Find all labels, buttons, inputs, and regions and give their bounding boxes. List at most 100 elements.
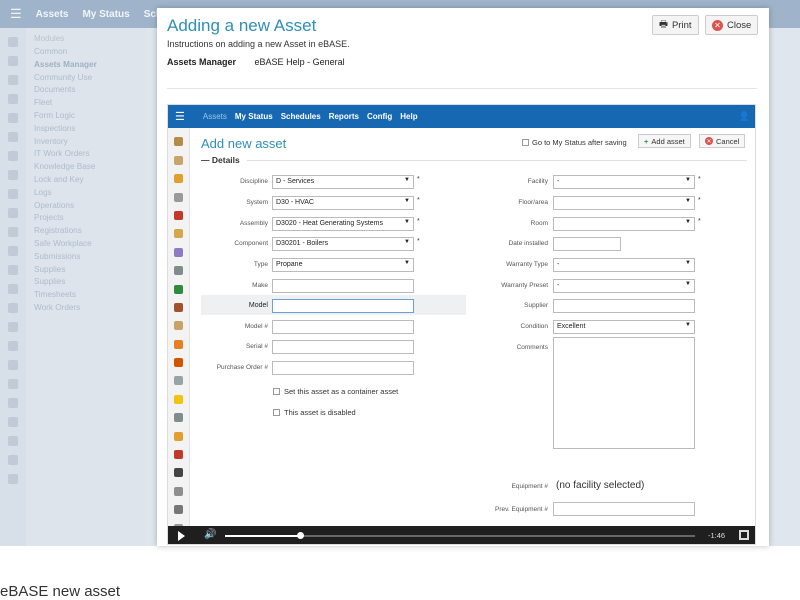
module-icon[interactable] — [8, 170, 18, 180]
module-icon[interactable] — [174, 486, 183, 496]
module-icon[interactable] — [8, 265, 18, 275]
bg-menu-item[interactable]: Inspections — [34, 123, 146, 136]
field-input[interactable] — [272, 340, 414, 354]
module-icon[interactable] — [174, 339, 183, 349]
close-button[interactable]: ✕ Close — [705, 15, 759, 35]
module-icon[interactable] — [174, 413, 183, 423]
bg-menu-item[interactable]: IT Work Orders — [34, 148, 146, 161]
container-asset-option[interactable]: Set this asset as a container asset — [273, 387, 398, 396]
module-icon[interactable] — [8, 37, 18, 47]
bg-menu-item[interactable]: Submissions — [34, 251, 146, 264]
field-select[interactable]: - ▼ — [553, 258, 695, 272]
hamburger-icon[interactable]: ☰ — [10, 6, 22, 22]
bg-menu-item[interactable]: Projects — [34, 212, 146, 225]
video-nav-reports[interactable]: Reports — [329, 112, 359, 121]
comments-textarea[interactable] — [553, 337, 695, 449]
module-icon[interactable] — [174, 394, 183, 404]
video-nav-help[interactable]: Help — [400, 112, 417, 121]
field-select[interactable]: ▼ — [553, 196, 695, 210]
field-select[interactable]: D30201 - Boilers ▼ — [272, 237, 414, 251]
field-select[interactable]: Propane ▼ — [272, 258, 414, 272]
breadcrumb-module[interactable]: Assets Manager — [167, 57, 236, 67]
bg-nav-assets[interactable]: Assets — [36, 9, 69, 20]
module-icon[interactable] — [174, 284, 183, 294]
bg-menu-item[interactable]: Operations — [34, 200, 146, 213]
field-select[interactable]: D3020 - Heat Generating Systems ▼ — [272, 217, 414, 231]
module-icon[interactable] — [8, 417, 18, 427]
bg-nav-my-status[interactable]: My Status — [82, 9, 129, 20]
bg-menu-item[interactable]: Safe Workplace — [34, 238, 146, 251]
module-icon[interactable] — [8, 246, 18, 256]
module-icon[interactable] — [174, 229, 183, 239]
bg-menu-item[interactable]: Common — [34, 46, 146, 59]
module-icon[interactable] — [174, 247, 183, 257]
video-nav-my-status[interactable]: My Status — [235, 112, 273, 121]
module-icon[interactable] — [8, 398, 18, 408]
module-icon[interactable] — [174, 505, 183, 515]
asset-disabled-option[interactable]: This asset is disabled — [273, 408, 356, 417]
module-icon[interactable] — [8, 227, 18, 237]
module-icon[interactable] — [8, 322, 18, 332]
bg-menu-item[interactable]: Work Orders — [34, 302, 146, 315]
bg-menu-item[interactable]: Documents — [34, 84, 146, 97]
add-asset-button[interactable]: + Add asset — [638, 134, 691, 148]
module-icon[interactable] — [8, 113, 18, 123]
module-icon[interactable] — [8, 151, 18, 161]
prev-equipment-input[interactable] — [553, 502, 695, 516]
field-select[interactable]: - ▼ — [553, 175, 695, 189]
bg-menu-item[interactable]: Lock and Key — [34, 174, 146, 187]
bg-menu-item[interactable]: Inventory — [34, 136, 146, 149]
module-icon[interactable] — [174, 266, 183, 276]
field-select[interactable]: Excellent ▼ — [553, 320, 695, 334]
module-icon[interactable] — [174, 192, 183, 202]
module-icon[interactable] — [8, 474, 18, 484]
field-input[interactable] — [272, 361, 414, 375]
module-icon[interactable] — [8, 75, 18, 85]
breadcrumb-section[interactable]: eBASE Help - General — [255, 57, 345, 67]
video-nav-schedules[interactable]: Schedules — [281, 112, 321, 121]
field-input[interactable] — [272, 279, 414, 293]
module-icon[interactable] — [174, 450, 183, 460]
module-icon[interactable] — [174, 302, 183, 312]
module-icon[interactable] — [8, 436, 18, 446]
field-select[interactable]: D - Services ▼ — [272, 175, 414, 189]
field-input[interactable] — [272, 299, 414, 313]
bg-menu-item[interactable]: Community Use — [34, 72, 146, 85]
module-icon[interactable] — [174, 174, 183, 184]
bg-menu-item[interactable]: Form Logic — [34, 110, 146, 123]
field-input[interactable] — [272, 320, 414, 334]
module-icon[interactable] — [8, 189, 18, 199]
video-nav-assets[interactable]: Assets — [203, 112, 227, 121]
field-select[interactable]: ▼ — [553, 217, 695, 231]
module-icon[interactable] — [174, 137, 183, 147]
video-player[interactable]: ☰ Assets My Status Schedules Reports Con… — [167, 104, 756, 545]
bg-menu-item[interactable]: Fleet — [34, 97, 146, 110]
user-icon[interactable]: 👤 — [739, 111, 750, 122]
module-icon[interactable] — [8, 284, 18, 294]
menu-icon[interactable]: ☰ — [175, 110, 185, 123]
module-icon[interactable] — [8, 360, 18, 370]
cancel-button[interactable]: ✕ Cancel — [699, 134, 746, 148]
go-to-status-checkbox[interactable]: Go to My Status after saving — [522, 138, 627, 147]
module-icon[interactable] — [8, 94, 18, 104]
module-icon[interactable] — [174, 376, 183, 386]
bg-menu-item[interactable]: Assets Manager — [34, 59, 146, 72]
play-icon[interactable] — [178, 531, 185, 541]
field-select[interactable]: D30 - HVAC ▼ — [272, 196, 414, 210]
field-select[interactable]: - ▼ — [553, 279, 695, 293]
module-icon[interactable] — [174, 431, 183, 441]
bg-menu-item[interactable]: Supplies — [34, 264, 146, 277]
module-icon[interactable] — [8, 208, 18, 218]
module-icon[interactable] — [174, 210, 183, 220]
module-icon[interactable] — [174, 358, 183, 368]
field-input[interactable] — [553, 299, 695, 313]
module-icon[interactable] — [8, 132, 18, 142]
bg-menu-item[interactable]: Registrations — [34, 225, 146, 238]
print-button[interactable]: 🖶 Print — [652, 15, 699, 35]
bg-menu-item[interactable]: Timesheets — [34, 289, 146, 302]
module-icon[interactable] — [174, 155, 183, 165]
progress-handle[interactable] — [297, 532, 305, 539]
module-icon[interactable] — [174, 321, 183, 331]
progress-track[interactable] — [225, 532, 695, 539]
module-icon[interactable] — [8, 455, 18, 465]
